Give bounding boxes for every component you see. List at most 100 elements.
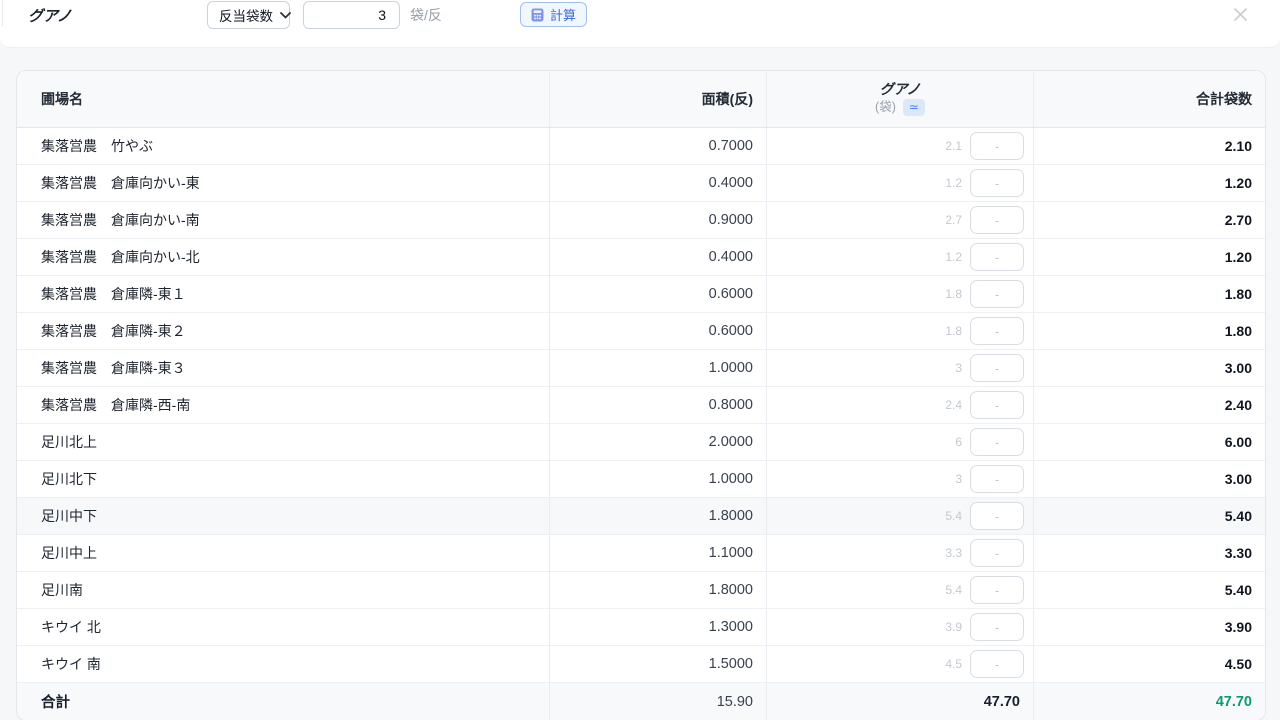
table-row: 足川北上 2.0000 6 6.00 bbox=[17, 424, 1265, 461]
guano-input[interactable] bbox=[970, 539, 1024, 567]
area-cell: 1.5000 bbox=[550, 646, 767, 682]
total-bags-cell: 2.70 bbox=[1034, 202, 1265, 238]
guano-hint-value: 3.3 bbox=[945, 546, 962, 560]
guano-cell: 3.9 bbox=[767, 609, 1034, 645]
area-cell: 0.7000 bbox=[550, 128, 767, 164]
field-name-cell: 足川北上 bbox=[17, 424, 550, 460]
column-header-guano: グアノ (袋) ≃ bbox=[767, 71, 1034, 127]
guano-cell: 2.1 bbox=[767, 128, 1034, 164]
table-row: 集落営農 倉庫隣-西-南 0.8000 2.4 2.40 bbox=[17, 387, 1265, 424]
guano-hint-value: 3 bbox=[955, 472, 962, 486]
area-cell: 0.4000 bbox=[550, 165, 767, 201]
rate-unit-label: 袋/反 bbox=[410, 0, 442, 30]
guano-header-unit: (袋) bbox=[875, 101, 896, 114]
total-bags-cell: 4.50 bbox=[1034, 646, 1265, 682]
guano-hint-value: 6 bbox=[955, 435, 962, 449]
table-row: 足川中上 1.1000 3.3 3.30 bbox=[17, 535, 1265, 572]
guano-input[interactable] bbox=[970, 613, 1024, 641]
field-name-cell: 集落営農 倉庫向かい-東 bbox=[17, 165, 550, 201]
guano-cell: 3 bbox=[767, 350, 1034, 386]
field-name-cell: キウイ 南 bbox=[17, 646, 550, 682]
guano-input[interactable] bbox=[970, 354, 1024, 382]
guano-cell: 6 bbox=[767, 424, 1034, 460]
guano-input[interactable] bbox=[970, 650, 1024, 678]
guano-hint-value: 4.5 bbox=[945, 657, 962, 671]
table-row: 集落営農 倉庫隣-東３ 1.0000 3 3.00 bbox=[17, 350, 1265, 387]
total-bags-cell: 3.30 bbox=[1034, 535, 1265, 571]
table-row: 足川中下 1.8000 5.4 5.40 bbox=[17, 498, 1265, 535]
field-name-cell: 足川南 bbox=[17, 572, 550, 608]
area-cell: 1.1000 bbox=[550, 535, 767, 571]
calculate-button[interactable]: 計算 bbox=[520, 2, 587, 27]
total-bags-cell: 2.10 bbox=[1034, 128, 1265, 164]
guano-input[interactable] bbox=[970, 502, 1024, 530]
guano-input[interactable] bbox=[970, 576, 1024, 604]
table-row: 集落営農 倉庫向かい-南 0.9000 2.7 2.70 bbox=[17, 202, 1265, 239]
guano-input[interactable] bbox=[970, 206, 1024, 234]
guano-hint-value: 5.4 bbox=[945, 583, 962, 597]
area-cell: 1.0000 bbox=[550, 350, 767, 386]
guano-input[interactable] bbox=[970, 391, 1024, 419]
guano-hint-value: 2.4 bbox=[945, 398, 962, 412]
guano-input[interactable] bbox=[970, 428, 1024, 456]
bags-per-tan-select[interactable]: 反当袋数 bbox=[207, 1, 290, 29]
guano-hint-value: 3.9 bbox=[945, 620, 962, 634]
guano-cell: 5.4 bbox=[767, 498, 1034, 534]
total-bags-cell: 1.20 bbox=[1034, 239, 1265, 275]
close-icon[interactable] bbox=[1231, 5, 1249, 23]
guano-header-title: グアノ bbox=[880, 82, 921, 96]
total-bags-cell: 5.40 bbox=[1034, 572, 1265, 608]
field-name-cell: 集落営農 倉庫隣-東２ bbox=[17, 313, 550, 349]
area-cell: 2.0000 bbox=[550, 424, 767, 460]
fields-table: 圃場名 面積(反) グアノ (袋) ≃ 合計袋数 集落営農 竹やぶ 0.7000… bbox=[16, 70, 1266, 720]
guano-hint-value: 2.7 bbox=[945, 213, 962, 227]
table-header-row: 圃場名 面積(反) グアノ (袋) ≃ 合計袋数 bbox=[17, 71, 1265, 128]
footer-guano-total: 47.70 bbox=[767, 683, 1034, 720]
table-row: 集落営農 倉庫隣-東２ 0.6000 1.8 1.80 bbox=[17, 313, 1265, 350]
guano-cell: 1.2 bbox=[767, 239, 1034, 275]
calculator-icon bbox=[531, 8, 544, 22]
guano-input[interactable] bbox=[970, 132, 1024, 160]
footer-row: 合計 15.90 47.70 47.70 bbox=[17, 683, 1265, 720]
left-edge-line bbox=[2, 0, 3, 26]
total-bags-cell: 3.00 bbox=[1034, 461, 1265, 497]
field-name-cell: 足川北下 bbox=[17, 461, 550, 497]
guano-input[interactable] bbox=[970, 465, 1024, 493]
area-cell: 0.6000 bbox=[550, 313, 767, 349]
guano-input[interactable] bbox=[970, 317, 1024, 345]
guano-hint-value: 5.4 bbox=[945, 509, 962, 523]
field-name-cell: 集落営農 倉庫隣-西-南 bbox=[17, 387, 550, 423]
guano-input[interactable] bbox=[970, 243, 1024, 271]
guano-hint-value: 3 bbox=[955, 361, 962, 375]
field-name-cell: 集落営農 倉庫隣-東１ bbox=[17, 276, 550, 312]
guano-input[interactable] bbox=[970, 169, 1024, 197]
guano-hint-value: 1.2 bbox=[945, 176, 962, 190]
fertilizer-label: グアノ bbox=[28, 0, 72, 30]
area-cell: 1.8000 bbox=[550, 572, 767, 608]
table-row: 集落営農 倉庫向かい-東 0.4000 1.2 1.20 bbox=[17, 165, 1265, 202]
footer-label: 合計 bbox=[17, 683, 550, 720]
column-header-total: 合計袋数 bbox=[1034, 71, 1265, 127]
column-header-area: 面積(反) bbox=[550, 71, 767, 127]
guano-cell: 3.3 bbox=[767, 535, 1034, 571]
guano-input[interactable] bbox=[970, 280, 1024, 308]
footer-grand-total: 47.70 bbox=[1034, 683, 1265, 720]
area-cell: 0.4000 bbox=[550, 239, 767, 275]
guano-cell: 5.4 bbox=[767, 572, 1034, 608]
column-header-field: 圃場名 bbox=[17, 71, 550, 127]
guano-cell: 1.8 bbox=[767, 276, 1034, 312]
field-name-cell: 足川中下 bbox=[17, 498, 550, 534]
rate-input[interactable] bbox=[303, 1, 400, 29]
guano-hint-value: 1.8 bbox=[945, 324, 962, 338]
guano-hint-value: 1.8 bbox=[945, 287, 962, 301]
total-bags-cell: 3.00 bbox=[1034, 350, 1265, 386]
area-cell: 1.3000 bbox=[550, 609, 767, 645]
field-name-cell: 集落営農 竹やぶ bbox=[17, 128, 550, 164]
total-bags-cell: 1.80 bbox=[1034, 313, 1265, 349]
table-row: 集落営農 倉庫向かい-北 0.4000 1.2 1.20 bbox=[17, 239, 1265, 276]
field-name-cell: 集落営農 倉庫向かい-南 bbox=[17, 202, 550, 238]
total-bags-cell: 1.80 bbox=[1034, 276, 1265, 312]
select-value: 反当袋数 bbox=[219, 5, 273, 25]
table-row: キウイ 北 1.3000 3.9 3.90 bbox=[17, 609, 1265, 646]
table-row: キウイ 南 1.5000 4.5 4.50 bbox=[17, 646, 1265, 683]
